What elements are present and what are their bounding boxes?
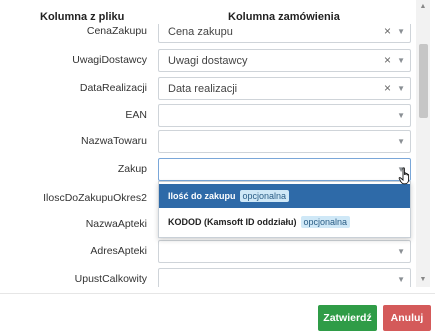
mapping-row: Zakup ▼ — [0, 158, 415, 182]
target-column-select[interactable]: ▼ — [158, 268, 411, 287]
source-column-label: Zakup — [117, 163, 147, 175]
chevron-down-icon[interactable]: ▼ — [397, 82, 405, 96]
target-column-select[interactable]: ▼ — [158, 240, 411, 263]
selected-value: Uwagi dostawcy — [168, 55, 248, 67]
clear-icon[interactable]: × — [384, 24, 391, 38]
source-column-label: NazwaApteki — [85, 218, 147, 230]
target-column-select[interactable]: ▼ — [158, 130, 411, 153]
selected-value: Cena zakupu — [168, 26, 233, 38]
mapping-row: EAN ▼ — [0, 104, 415, 128]
chevron-down-icon[interactable]: ▼ — [397, 25, 405, 39]
hand-pointer-icon — [398, 167, 410, 185]
chevron-down-icon[interactable]: ▼ — [397, 54, 405, 68]
optional-badge: opcjonalna — [239, 190, 290, 202]
chevron-down-icon[interactable]: ▼ — [397, 273, 405, 287]
source-column-label: AdresApteki — [90, 245, 147, 257]
option-label: KODOD (Kamsoft ID oddziału) — [168, 217, 297, 227]
selected-value: Data realizacji — [168, 83, 238, 95]
target-column-select[interactable]: ▼ — [158, 104, 411, 127]
target-column-header: Kolumna zamówienia — [228, 11, 340, 23]
chevron-down-icon[interactable]: ▼ — [397, 109, 405, 123]
source-column-label: EAN — [125, 109, 147, 121]
scrollbar-thumb[interactable] — [419, 44, 428, 118]
optional-badge: opcjonalna — [300, 216, 351, 228]
mapping-row: AdresApteki ▼ — [0, 240, 415, 264]
source-column-label: IloscDoZakupuOkres2 — [43, 192, 147, 204]
clear-icon[interactable]: × — [384, 81, 391, 95]
source-column-label: NazwaTowaru — [81, 135, 147, 147]
footer-divider — [0, 293, 435, 294]
chevron-down-icon[interactable]: ▼ — [397, 135, 405, 149]
mapping-list: CenaZakupu Cena zakupu × ▼ UwagiDostawcy… — [0, 0, 415, 287]
target-column-select-open[interactable]: ▼ — [158, 158, 411, 181]
vertical-scrollbar[interactable]: ▲ ▼ — [416, 0, 430, 287]
mapping-row: NazwaTowaru ▼ — [0, 130, 415, 154]
scroll-up-icon[interactable]: ▲ — [416, 0, 430, 14]
source-column-label: UwagiDostawcy — [72, 54, 147, 66]
cancel-button[interactable]: Anuluj — [383, 305, 431, 331]
source-column-header: Kolumna z pliku — [40, 11, 125, 23]
source-column-label: UpustCalkowity — [74, 273, 147, 285]
chevron-down-icon[interactable]: ▼ — [397, 245, 405, 259]
mapping-row: DataRealizacji Data realizacji × ▼ — [0, 77, 415, 101]
source-column-label: DataRealizacji — [79, 82, 147, 94]
column-mapping-dialog: CenaZakupu Cena zakupu × ▼ UwagiDostawcy… — [0, 0, 435, 336]
confirm-button[interactable]: Zatwierdź — [318, 305, 377, 331]
mapping-row: UpustCalkowity ▼ — [0, 268, 415, 287]
table-header: Kolumna z pliku Kolumna zamówienia — [0, 0, 415, 24]
scroll-down-icon[interactable]: ▼ — [416, 273, 430, 287]
dropdown-option[interactable]: KODOD (Kamsoft ID oddziału) opcjonalna — [159, 210, 410, 234]
target-column-select[interactable]: Data realizacji × ▼ — [158, 77, 411, 100]
clear-icon[interactable]: × — [384, 53, 391, 67]
target-column-select[interactable]: Uwagi dostawcy × ▼ — [158, 49, 411, 72]
mapping-row: UwagiDostawcy Uwagi dostawcy × ▼ — [0, 49, 415, 73]
dropdown-option[interactable]: Ilość do zakupu opcjonalna — [159, 184, 410, 208]
source-column-label: CenaZakupu — [86, 25, 147, 37]
option-label: Ilość do zakupu — [168, 191, 236, 201]
dropdown-menu: Ilość do zakupu opcjonalna KODOD (Kamsoft… — [158, 181, 411, 238]
